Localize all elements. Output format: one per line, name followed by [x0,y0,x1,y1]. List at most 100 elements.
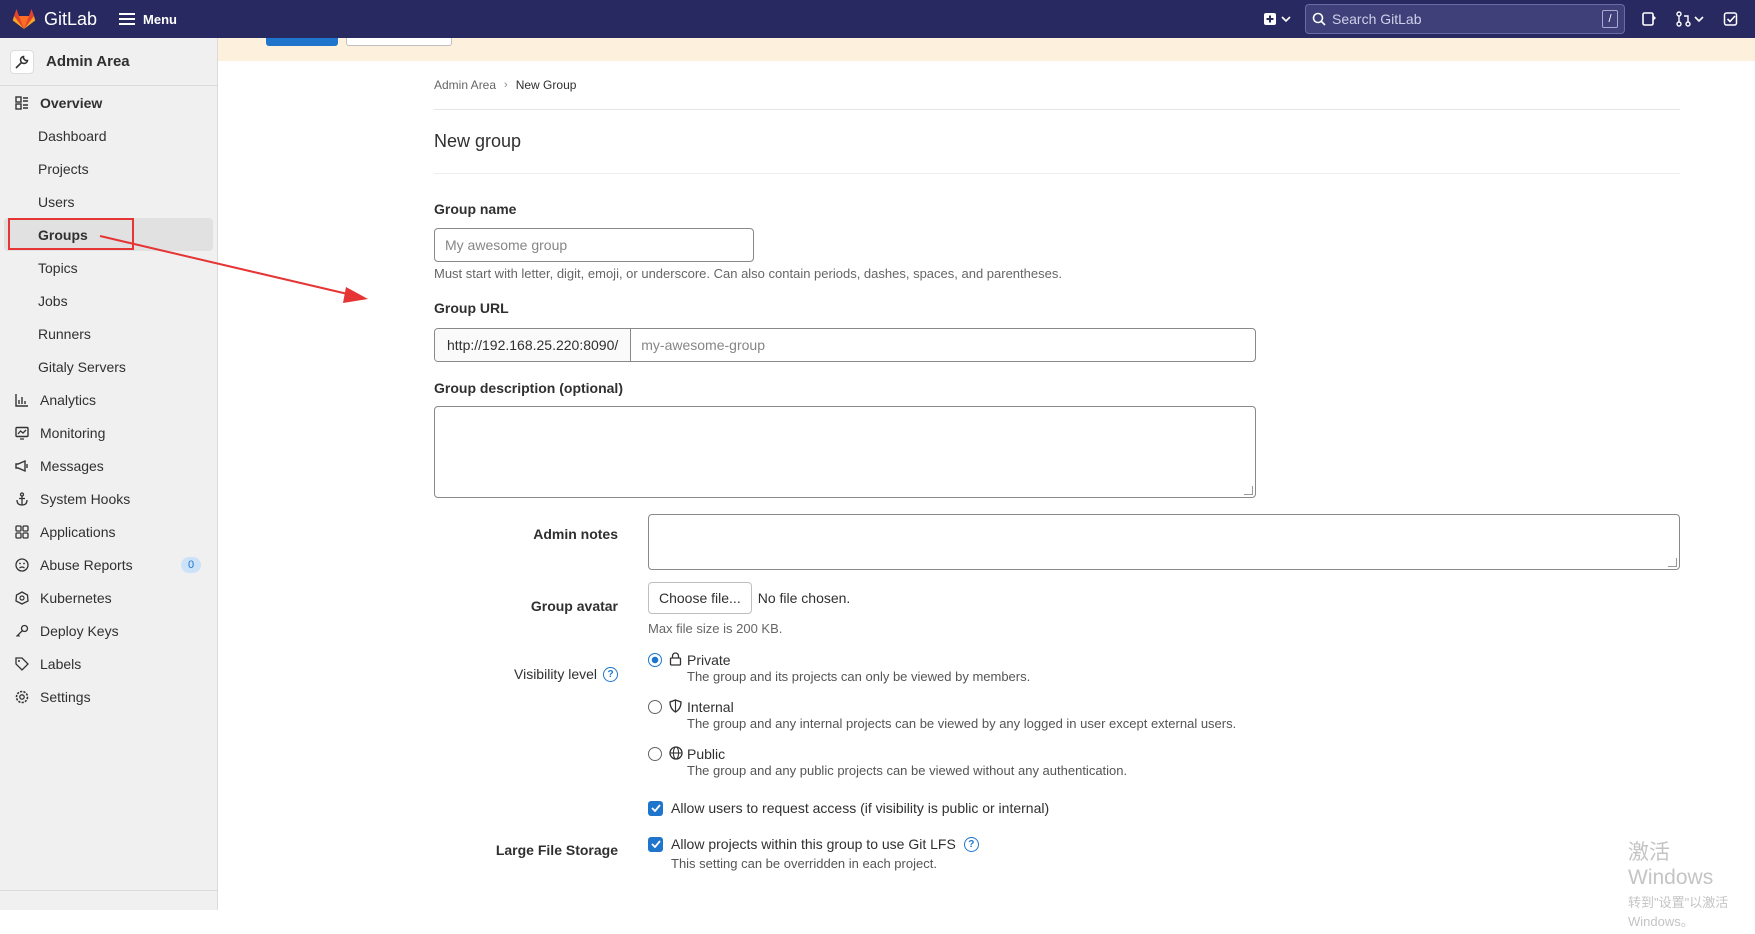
request-access-checkbox[interactable] [648,800,663,816]
sidebar-item-topics[interactable]: Topics [0,251,217,284]
group-name-input[interactable]: My awesome group [434,228,754,262]
hamburger-icon [119,13,136,25]
todos-button[interactable] [1721,9,1741,29]
lfs-checkbox[interactable] [648,836,663,852]
count-badge: 0 [181,556,201,573]
sidebar-item-settings[interactable]: Settings [0,680,217,713]
gitlab-logo[interactable]: GitLab [12,8,97,30]
issues-button[interactable] [1639,9,1659,29]
max-size-help: Max file size is 200 KB. [648,621,783,636]
sidebar-item-system-hooks[interactable]: System Hooks [0,482,217,515]
merge-request-icon [1676,11,1704,27]
sidebar-item-runners[interactable]: Runners [0,317,217,350]
sidebar-item-analytics[interactable]: Analytics [0,383,217,416]
sidebar-item-label: Overview [40,94,103,111]
sidebar-item-dashboard[interactable]: Dashboard [0,119,217,152]
search-input[interactable]: Search GitLab / [1305,4,1625,34]
sidebar-item-jobs[interactable]: Jobs [0,284,217,317]
checkmark-icon [650,840,661,848]
annotation-highlight-box [8,218,134,250]
sidebar-item-label: System Hooks [40,490,131,507]
sidebar-item-label: Topics [38,259,78,276]
sidebar-item-groups[interactable]: Groups [4,218,213,251]
sidebar-item-label: Messages [40,457,104,474]
group-url-field: http://192.168.25.220:8090/ my-awesome-g… [434,328,1256,362]
sidebar-header[interactable]: Admin Area [0,38,217,86]
monitoring-icon [14,425,30,441]
collapse-sidebar-button[interactable] [0,890,218,910]
overview-icon [14,95,30,111]
breadcrumb-admin-area[interactable]: Admin Area [434,78,496,92]
sidebar-item-overview[interactable]: Overview [0,86,217,119]
sidebar-item-gitaly-servers[interactable]: Gitaly Servers [0,350,217,383]
visibility-option-title: Internal [687,699,734,715]
top-banner [218,38,1755,61]
issues-icon [1642,12,1656,26]
visibility-label-row: Visibility level ? [434,666,618,682]
sidebar-item-kubernetes[interactable]: Kubernetes [0,581,217,614]
watermark-line1: 激活 Windows [1628,841,1714,889]
visibility-option-desc: The group and its projects can only be v… [687,669,1031,684]
sidebar-item-label: Analytics [40,391,97,408]
no-file-text: No file chosen. [757,590,851,606]
chevron-down-icon [1281,16,1291,23]
page-title: New group [434,110,1680,174]
visibility-option-internal[interactable]: Internal The group and any internal proje… [648,699,1548,739]
visibility-radio[interactable] [648,747,662,761]
sidebar-item-abuse-reports[interactable]: Abuse Reports 0 [0,548,217,581]
visibility-option-desc: The group and any internal projects can … [687,716,1237,731]
top-navbar: GitLab Menu Search GitLab / [0,0,1755,38]
globe-icon [669,746,683,763]
banner-primary-button[interactable] [266,38,338,46]
visibility-option-title: Public [687,746,726,762]
sidebar-item-applications[interactable]: Applications [0,515,217,548]
menu-button[interactable]: Menu [119,12,177,27]
admin-notes-label: Admin notes [533,526,618,542]
breadcrumb-current[interactable]: New Group [516,78,577,92]
lock-icon [669,652,682,669]
wrench-icon [10,49,34,74]
sidebar-item-labels[interactable]: Labels [0,647,217,680]
group-name-help: Must start with letter, digit, emoji, or… [434,266,1062,281]
question-icon[interactable]: ? [963,836,979,852]
plus-square-icon [1264,13,1276,25]
new-dropdown-button[interactable] [1263,12,1291,26]
main-content: Admin Area › New Group New group Group n… [434,61,1680,934]
request-access-row: Allow users to request access (if visibi… [648,800,1049,816]
key-icon [14,623,30,639]
shield-icon [669,699,682,716]
sidebar-item-projects[interactable]: Projects [0,152,217,185]
group-name-label: Group name [434,201,517,217]
search-icon [1312,12,1326,26]
settings-icon [14,689,30,705]
sidebar-item-users[interactable]: Users [0,185,217,218]
banner-secondary-button[interactable] [346,38,452,46]
analytics-icon [14,392,30,408]
sidebar-item-label: Abuse Reports [40,556,133,573]
description-textarea[interactable] [434,406,1256,498]
hooks-icon [14,491,30,507]
windows-activation-watermark: 激活 Windows 转到"设置"以激活 Windows。 [1628,836,1755,930]
admin-notes-textarea[interactable] [648,514,1680,570]
admin-sidebar: Admin Area Overview Dashboard Projects User… [0,38,218,910]
visibility-option-private[interactable]: Private The group and its projects can on… [648,652,1548,692]
question-icon[interactable]: ? [603,666,618,682]
sidebar-item-label: Applications [40,523,116,540]
group-url-input[interactable]: my-awesome-group [631,329,1255,361]
search-shortcut-key: / [1602,10,1618,28]
lfs-row-label: Large File Storage [495,842,618,858]
sidebar-item-deploy-keys[interactable]: Deploy Keys [0,614,217,647]
visibility-option-public[interactable]: Public The group and any public projects … [648,746,1548,786]
checkmark-icon [650,804,661,812]
sidebar-title: Admin Area [46,53,130,70]
sidebar-item-label: Monitoring [40,424,106,441]
visibility-radio[interactable] [648,653,662,667]
merge-requests-button[interactable] [1673,9,1707,29]
sidebar-item-messages[interactable]: Messages [0,449,217,482]
group-url-label: Group URL [434,300,509,316]
request-access-label: Allow users to request access (if visibi… [671,800,1050,816]
sidebar-item-monitoring[interactable]: Monitoring [0,416,217,449]
choose-file-button[interactable]: Choose file... [648,582,752,614]
visibility-radio[interactable] [648,700,662,714]
group-url-prefix: http://192.168.25.220:8090/ [435,329,632,361]
